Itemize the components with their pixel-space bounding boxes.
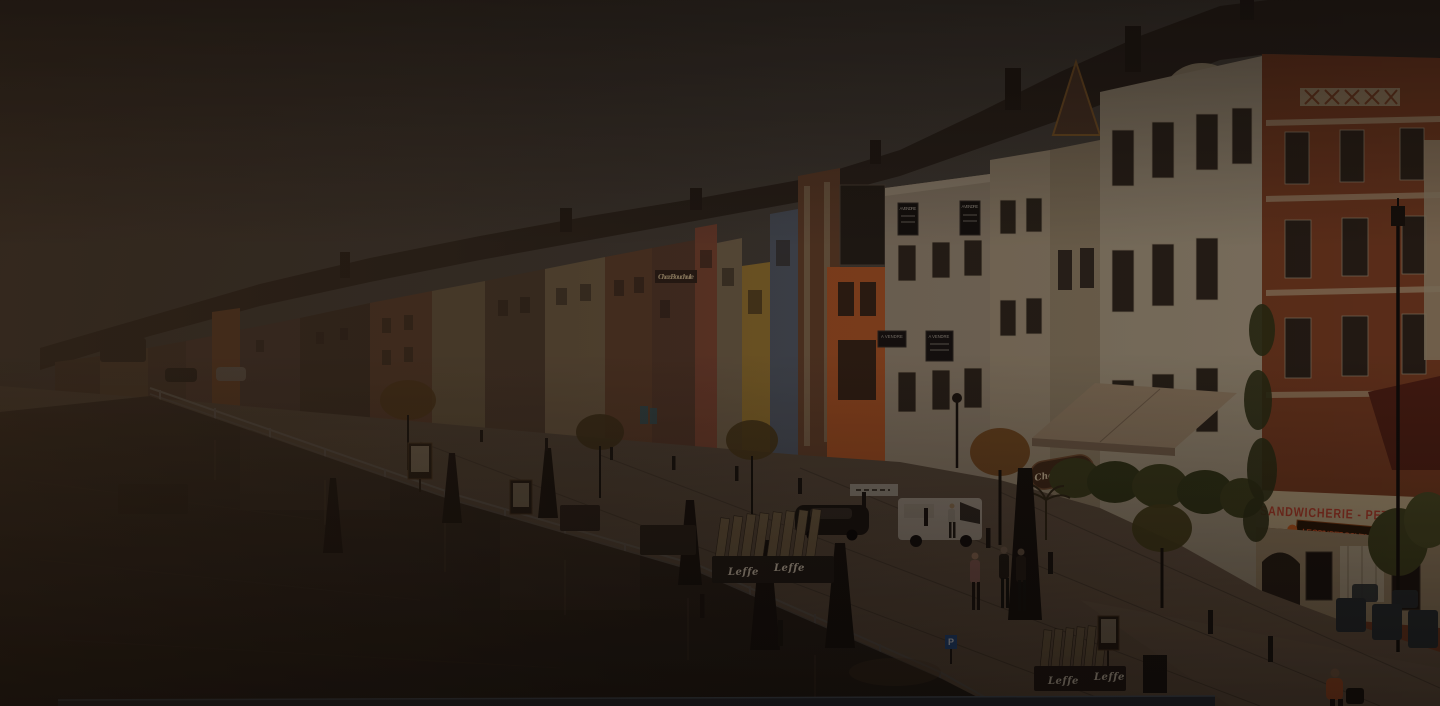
quayside-scene: A VENDRE A VENDRE A VENDRE A VENDRE xyxy=(0,0,1440,706)
overlay-global-dim xyxy=(0,0,1440,706)
hero-photo-quayside: A VENDRE A VENDRE A VENDRE A VENDRE xyxy=(0,0,1440,706)
